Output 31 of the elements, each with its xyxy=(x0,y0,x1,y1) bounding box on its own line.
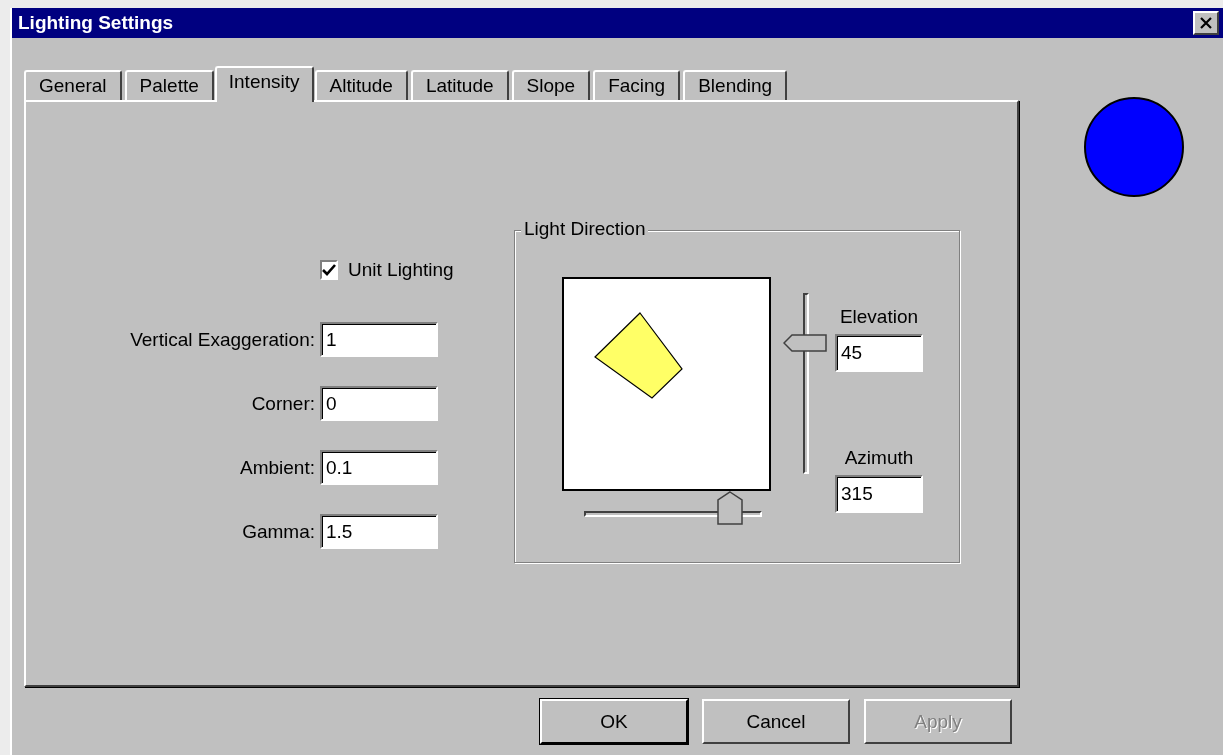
input-field[interactable]: 0 xyxy=(320,386,438,421)
input-field[interactable]: 1 xyxy=(320,322,438,357)
tab[interactable]: Blending xyxy=(683,70,788,100)
dialog-button[interactable]: Cancel xyxy=(702,699,850,744)
input-field[interactable]: 1.5 xyxy=(320,514,438,549)
tab[interactable]: Palette xyxy=(124,70,214,100)
input-field[interactable]: 315 xyxy=(835,475,923,513)
tab[interactable]: General xyxy=(24,70,122,100)
light-direction-canvas[interactable] xyxy=(562,277,771,491)
tab[interactable]: Slope xyxy=(511,70,591,100)
input-field[interactable]: 45 xyxy=(835,334,923,372)
tab[interactable]: Latitude xyxy=(410,70,509,100)
field-label: Azimuth xyxy=(844,447,914,469)
slider-thumb[interactable] xyxy=(717,491,744,525)
close-button[interactable] xyxy=(1193,11,1219,35)
tab[interactable]: Intensity xyxy=(214,66,314,102)
tab[interactable]: Altitude xyxy=(314,70,408,100)
field-label: Vertical Exaggeration: xyxy=(129,328,315,351)
color-swatch[interactable] xyxy=(1084,97,1184,197)
field-label: Elevation xyxy=(839,306,919,328)
field-label: Ambient: xyxy=(239,456,315,479)
tab[interactable]: Facing xyxy=(593,70,681,100)
window-title: Lighting Settings xyxy=(18,12,175,34)
checkbox-label: Unit Lighting xyxy=(348,259,454,281)
checkbox[interactable] xyxy=(320,260,338,280)
dialog-button[interactable]: OK xyxy=(540,699,688,744)
slider-thumb[interactable] xyxy=(783,333,827,352)
field-label: Corner: xyxy=(250,392,315,415)
field-label: Gamma: xyxy=(241,520,315,543)
close-icon xyxy=(1199,17,1213,29)
input-field[interactable]: 0.1 xyxy=(320,450,438,485)
